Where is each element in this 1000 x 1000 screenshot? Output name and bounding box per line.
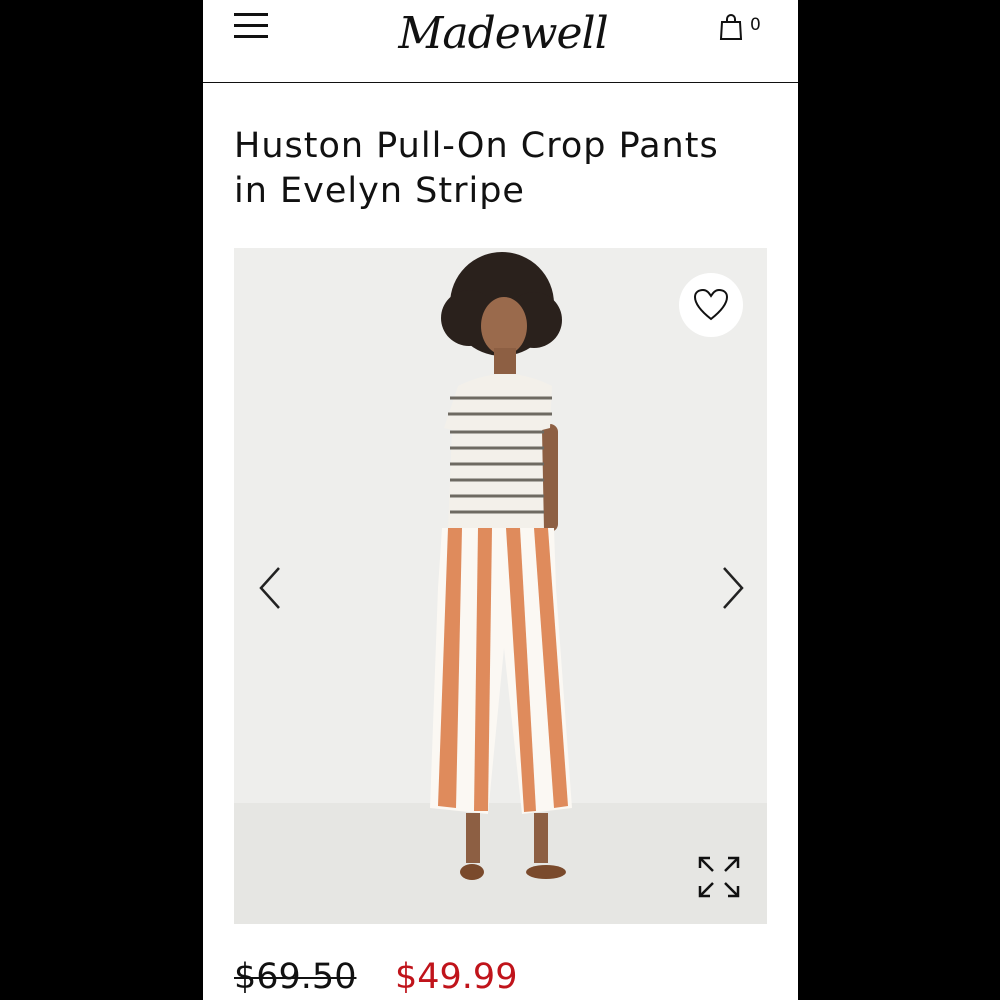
next-image-button[interactable] xyxy=(712,558,752,618)
shopping-bag-icon xyxy=(719,14,743,40)
cart-count: 0 xyxy=(750,15,761,35)
product-photo xyxy=(430,252,572,880)
original-price: $69.50 xyxy=(234,957,357,997)
expand-image-button[interactable] xyxy=(696,854,742,900)
heart-icon xyxy=(693,288,729,321)
favorite-button[interactable] xyxy=(679,273,743,337)
sale-price: $49.99 xyxy=(395,957,518,997)
expand-icon xyxy=(698,856,740,898)
cart-button[interactable]: 0 xyxy=(719,13,769,43)
site-header: Madewell 0 xyxy=(203,0,798,83)
product-title: Huston Pull-On Crop Pants in Evelyn Stri… xyxy=(234,124,774,214)
menu-icon[interactable] xyxy=(234,13,268,43)
product-image-gallery[interactable] xyxy=(234,248,767,924)
brand-logo[interactable]: Madewell xyxy=(373,4,633,64)
chevron-left-icon xyxy=(259,567,280,609)
mobile-page: Madewell 0 Huston Pull-On Crop Pants in … xyxy=(203,0,798,1000)
previous-image-button[interactable] xyxy=(251,558,291,618)
chevron-right-icon xyxy=(723,567,744,609)
product-title-line2: in Evelyn Stripe xyxy=(234,171,525,211)
product-title-line1: Huston Pull-On Crop Pants xyxy=(234,126,719,166)
